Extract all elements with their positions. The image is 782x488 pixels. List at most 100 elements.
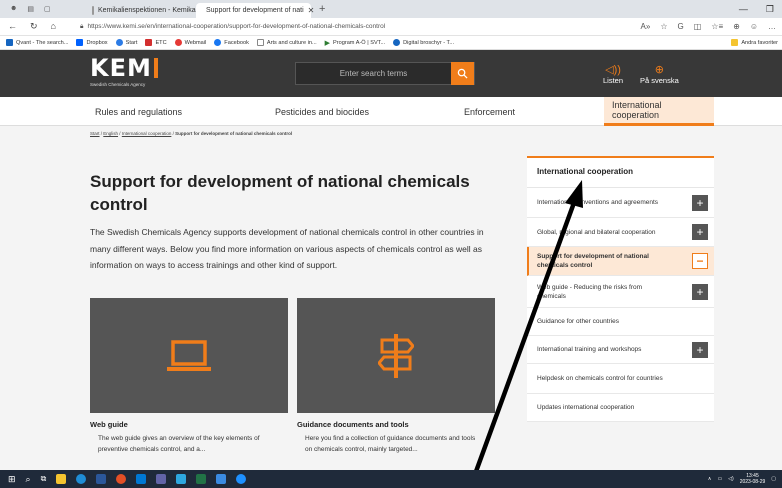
file-explorer-icon[interactable]: [56, 474, 67, 484]
tab-actions-icon[interactable]: ▢: [44, 5, 51, 13]
workspaces-icon[interactable]: ▤: [27, 5, 34, 13]
volume-icon[interactable]: ◁): [728, 476, 734, 482]
bookmark-item[interactable]: Webmail: [174, 39, 206, 46]
teams-icon[interactable]: [156, 474, 167, 484]
task-view-icon[interactable]: ⧉: [41, 474, 47, 484]
sidebar-item-conventions[interactable]: International conventions and agreements…: [527, 188, 714, 218]
bookmark-icon: [174, 39, 182, 46]
sidebar-item-support-development[interactable]: Support for development of national chem…: [527, 247, 714, 276]
nav-item-international[interactable]: International cooperation: [604, 97, 714, 126]
sidebar-item-helpdesk[interactable]: Helpdesk on chemicals control for countr…: [527, 364, 714, 394]
extension-icon[interactable]: G: [677, 22, 683, 31]
facebook-icon: [214, 39, 222, 46]
favorite-star-icon[interactable]: ☆: [660, 22, 667, 31]
kemi-logo[interactable]: KEM Swedish Chemicals Agency: [90, 56, 158, 87]
search-input[interactable]: [296, 63, 451, 84]
globe-icon: ⊕: [654, 64, 664, 76]
sidebar-heading[interactable]: International cooperation: [527, 158, 714, 188]
nav-item-enforcement[interactable]: Enforcement: [464, 97, 515, 126]
bookmark-item[interactable]: Digital broschyr - T...: [393, 39, 454, 46]
bookmark-item[interactable]: ▶ Program A-Ö | SVT...: [325, 39, 386, 47]
back-icon[interactable]: ←: [8, 21, 17, 32]
bookmark-icon: [393, 39, 401, 46]
browser-tab-bar: ☻ ▤ ▢ Kemikalienspektionen - Kemikal ✕ S…: [0, 0, 782, 18]
collapse-icon[interactable]: −: [692, 253, 708, 269]
page-icon: [256, 39, 264, 46]
swedish-link[interactable]: ⊕ På svenska: [640, 64, 679, 85]
signpost-icon: [378, 333, 414, 378]
search-button[interactable]: [451, 62, 474, 85]
network-icon[interactable]: ▭: [717, 476, 722, 482]
app-icon[interactable]: [116, 474, 127, 484]
bookmark-item[interactable]: Arts and culture in...: [256, 39, 317, 46]
bookmark-label: Arts and culture in...: [266, 39, 317, 46]
split-screen-icon[interactable]: ◫: [694, 22, 702, 31]
bookmark-item[interactable]: Start: [115, 39, 137, 46]
bookmark-item[interactable]: Qvant - The search...: [6, 39, 68, 46]
bookmark-label: Digital broschyr - T...: [403, 39, 455, 46]
clock[interactable]: 13:45 2023-08-29: [740, 473, 766, 485]
sidebar-item-updates[interactable]: Updates international cooperation: [527, 394, 714, 422]
excel-icon[interactable]: [196, 474, 207, 484]
sidebar-item-label: Support for development of national chem…: [537, 253, 649, 269]
app-icon[interactable]: [216, 474, 227, 484]
breadcrumb-start[interactable]: Start: [90, 131, 100, 136]
page-icon: [92, 6, 94, 15]
refresh-icon[interactable]: ↻: [30, 21, 38, 32]
expand-icon[interactable]: +: [692, 224, 708, 240]
listen-link[interactable]: ◁)) Listen: [603, 64, 623, 85]
app-icon[interactable]: [176, 474, 187, 484]
read-aloud-icon[interactable]: A»: [641, 22, 651, 31]
clock-date: 2023-08-29: [739, 479, 766, 485]
search-taskbar-icon[interactable]: ⌕: [26, 474, 31, 485]
breadcrumb-international[interactable]: International cooperation: [122, 131, 172, 136]
card-guidance-documents[interactable]: Guidance documents and tools Here you fi…: [297, 298, 495, 461]
bookmark-icon: [145, 39, 153, 46]
play-icon: ▶: [324, 39, 331, 47]
url-field[interactable]: 🔒︎ https://www.kemi.se/en/international-…: [80, 23, 600, 31]
bookmark-item[interactable]: Facebook: [214, 39, 249, 46]
collections-icon[interactable]: ⊕: [733, 22, 740, 31]
more-icon[interactable]: …: [768, 22, 776, 31]
word-icon[interactable]: [96, 474, 107, 484]
other-favorites[interactable]: Andra favoriter: [731, 39, 782, 46]
notifications-icon[interactable]: ▢: [771, 476, 776, 482]
dropbox-icon: [76, 39, 84, 46]
card-image: [90, 298, 288, 413]
expand-icon[interactable]: +: [692, 283, 708, 300]
sidebar-item-training-workshops[interactable]: International training and workshops +: [527, 336, 714, 364]
favorites-icon[interactable]: ☆≡: [711, 22, 723, 31]
outlook-icon[interactable]: [136, 474, 147, 484]
listen-label: Listen: [603, 76, 624, 85]
start-icon[interactable]: ⊞: [8, 474, 16, 485]
browser-tab-1[interactable]: Kemikalienspektionen - Kemikal ✕: [86, 3, 208, 18]
expand-icon[interactable]: +: [692, 194, 708, 211]
nav-label: International cooperation: [612, 100, 662, 120]
windows-taskbar: ⊞ ⌕ ⧉ ∧ ▭ ◁) 13:45 2023-08-29 ▢: [0, 470, 782, 488]
profile-icon[interactable]: ☻: [10, 5, 17, 13]
sidebar-item-guidance-other-countries[interactable]: Guidance for other countries: [527, 308, 714, 336]
restore-icon[interactable]: ❐: [766, 4, 774, 15]
sidebar-item-label: International training and workshops: [537, 346, 642, 353]
card-web-guide[interactable]: Web guide The web guide gives an overvie…: [90, 298, 288, 461]
browser-tools: A» ☆ G ◫ ☆≡ ⊕ ☺ …: [641, 22, 782, 31]
profile-avatar-icon[interactable]: ☺: [750, 22, 758, 31]
bookmark-item[interactable]: ETC: [145, 39, 167, 46]
nav-label: Rules and regulations: [95, 106, 183, 117]
expand-icon[interactable]: +: [692, 341, 708, 358]
bookmark-item[interactable]: Dropbox: [76, 39, 108, 46]
nav-item-rules[interactable]: Rules and regulations: [95, 97, 182, 126]
edge-icon[interactable]: [76, 474, 87, 484]
browser-tab-2[interactable]: Support for development of nati ✕: [196, 3, 314, 18]
home-icon[interactable]: ⌂: [51, 21, 56, 32]
address-bar: ← ↻ ⌂ 🔒︎ https://www.kemi.se/en/internat…: [0, 18, 782, 36]
tray-chevron-icon[interactable]: ∧: [708, 476, 712, 482]
app-icon[interactable]: [236, 474, 247, 484]
new-tab-button[interactable]: +: [311, 3, 325, 15]
sidebar-item-global-cooperation[interactable]: Global, regional and bilateral cooperati…: [527, 218, 714, 247]
sidebar-item-web-guide[interactable]: Web guide - Reducing the risks from chem…: [527, 276, 714, 308]
nav-item-pesticides[interactable]: Pesticides and biocides: [275, 97, 369, 126]
window-icons: ☻ ▤ ▢: [0, 5, 86, 13]
minimize-icon[interactable]: —: [739, 4, 748, 15]
breadcrumb-english[interactable]: English: [103, 131, 118, 136]
